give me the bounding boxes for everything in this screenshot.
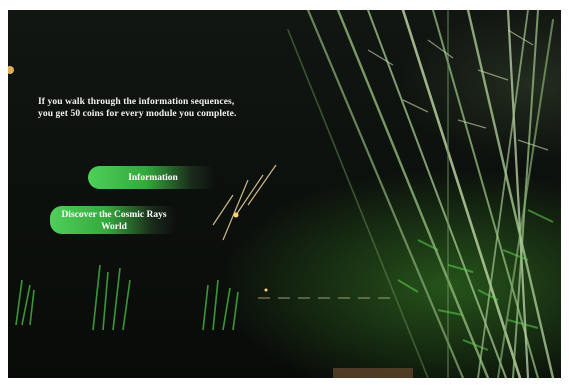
coin-reward-message: If you walk through the information sequ… (38, 97, 237, 119)
information-button[interactable]: Information (88, 166, 218, 189)
night-garden-background: If you walk through the information sequ… (8, 10, 561, 378)
bamboo-scene-art (8, 10, 555, 378)
discover-cosmic-rays-button[interactable]: Discover the Cosmic Rays World (50, 206, 178, 234)
